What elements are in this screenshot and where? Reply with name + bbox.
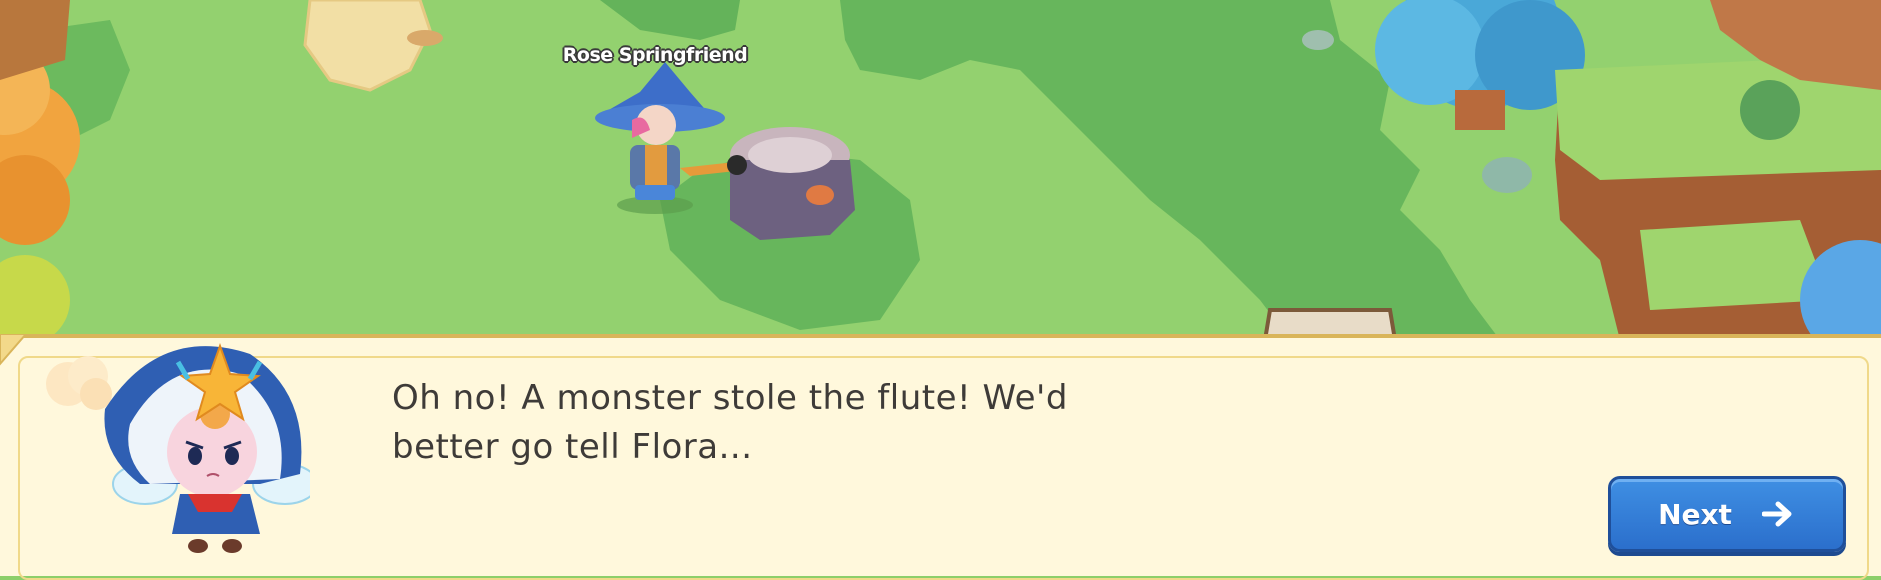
game-world[interactable]: Rose Springfriend <box>0 0 1881 340</box>
dialog-text-line1: Oh no! A monster stole the flute! We'd <box>392 378 1068 418</box>
next-button[interactable]: Next <box>1608 476 1846 552</box>
player-name-tag: Rose Springfriend <box>562 44 748 66</box>
fairy-npc-portrait <box>46 343 310 553</box>
dialog-text-line2: better go tell Flora... <box>392 427 753 467</box>
world-map <box>0 0 1881 340</box>
dialog-text: Oh no! A monster stole the flute! We'd b… <box>392 374 1192 472</box>
dialog-box: Oh no! A monster stole the flute! We'd b… <box>0 334 1881 580</box>
next-button-label: Next <box>1658 497 1732 531</box>
arrow-right-icon <box>1761 501 1792 527</box>
